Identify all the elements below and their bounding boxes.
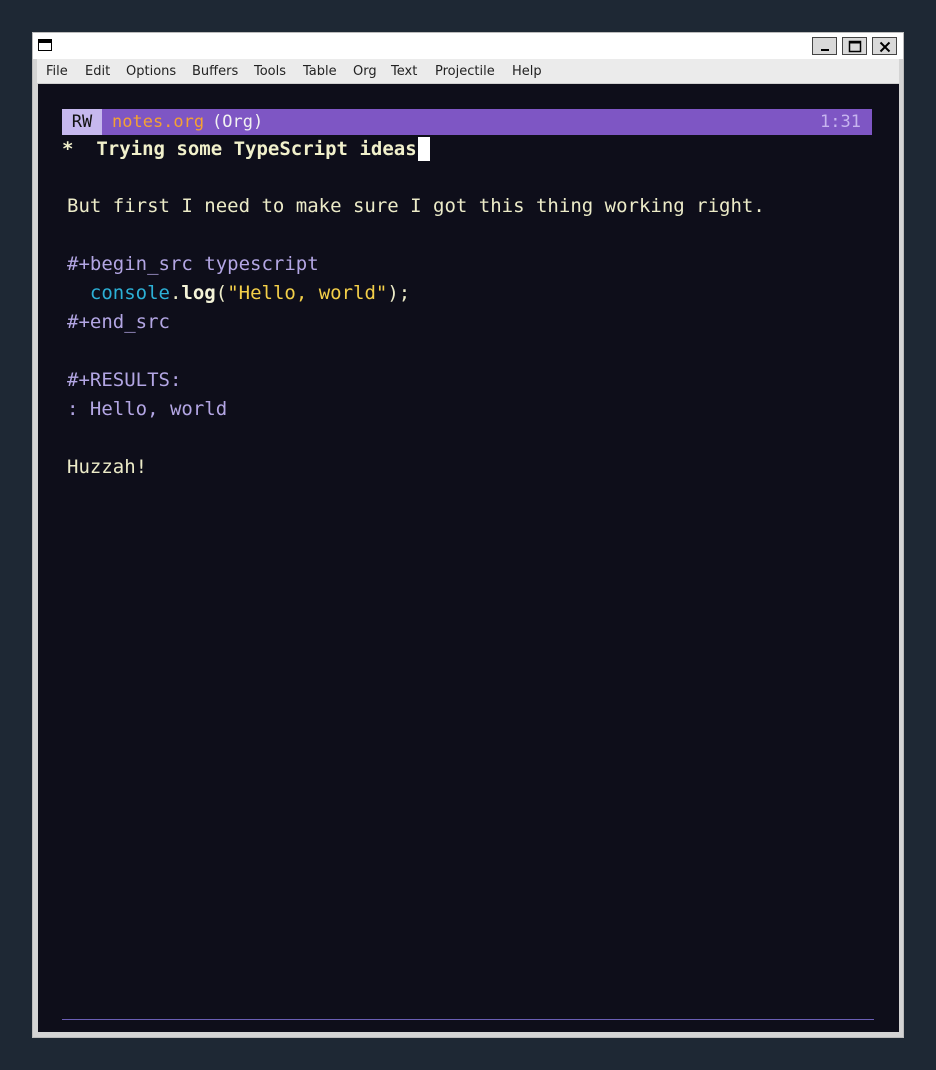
code-string: "Hello, world" <box>227 282 388 304</box>
code-object: console <box>89 282 170 304</box>
heading-text: Trying some TypeScript ideas <box>96 138 417 160</box>
menu-buffers[interactable]: Buffers <box>192 64 238 79</box>
close-icon <box>879 41 891 53</box>
results-value: : Hello, world <box>67 398 228 420</box>
menu-file[interactable]: File <box>46 64 68 79</box>
close-button[interactable] <box>872 37 897 55</box>
maximize-button[interactable] <box>842 37 867 55</box>
menu-edit[interactable]: Edit <box>85 64 110 79</box>
menu-help[interactable]: Help <box>512 64 542 79</box>
cursor-position: 1:31 <box>820 112 861 132</box>
org-heading: * Trying some TypeScript ideas <box>62 137 430 161</box>
code-line: console.log("Hello, world"); <box>67 281 410 305</box>
maximize-icon <box>848 40 862 53</box>
menu-projectile[interactable]: Projectile <box>435 64 495 79</box>
title-bar <box>33 33 903 59</box>
begin-src-line: #+begin_src typescript <box>67 253 319 275</box>
mode-line: RW notes.org (Org) 1:31 <box>62 109 872 135</box>
menu-org[interactable]: Org <box>353 64 377 79</box>
emacs-window: File Edit Options Buffers Tools Table Or… <box>32 32 904 1038</box>
results-keyword: #+RESULTS: <box>67 369 182 391</box>
text-cursor <box>417 137 430 161</box>
code-dot: . <box>169 282 182 304</box>
buffer-filename: notes.org <box>112 112 205 132</box>
paragraph-text: But first I need to make sure I got this… <box>67 195 765 217</box>
code-close: ); <box>387 282 411 304</box>
major-mode: (Org) <box>212 112 264 132</box>
heading-star: * <box>62 138 74 160</box>
minimize-button[interactable] <box>812 37 837 55</box>
editor-buffer[interactable]: RW notes.org (Org) 1:31 * Trying some Ty… <box>38 84 899 1032</box>
code-open-paren: ( <box>215 282 228 304</box>
minimize-icon <box>821 49 829 51</box>
end-src-line: #+end_src <box>67 311 170 333</box>
menu-options[interactable]: Options <box>126 64 176 79</box>
menu-table[interactable]: Table <box>303 64 337 79</box>
minibuffer-divider <box>62 1019 874 1020</box>
menu-bar: File Edit Options Buffers Tools Table Or… <box>37 59 899 84</box>
code-function: log <box>181 282 216 304</box>
buffer-state-indicator: RW <box>62 109 102 135</box>
closing-text: Huzzah! <box>67 456 148 478</box>
menu-text[interactable]: Text <box>391 64 417 79</box>
window-icon[interactable] <box>38 39 52 51</box>
menu-tools[interactable]: Tools <box>254 64 286 79</box>
